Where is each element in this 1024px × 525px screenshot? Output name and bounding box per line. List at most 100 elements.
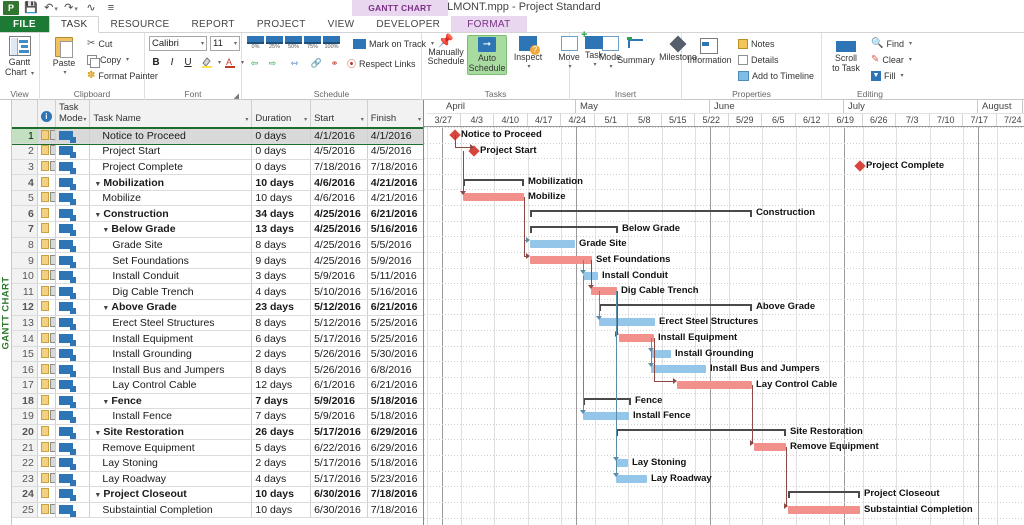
gantt-task-bar[interactable] — [677, 381, 752, 389]
task-mode-cell[interactable] — [56, 206, 90, 222]
table-row[interactable]: 19Install Fence7 days5/9/20165/18/2016 — [12, 409, 424, 425]
row-indicator-cell[interactable] — [37, 315, 55, 331]
task-finish-cell[interactable]: 4/21/2016 — [367, 190, 424, 206]
underline-button[interactable]: U — [181, 55, 195, 69]
gantt-task-bar[interactable] — [530, 240, 575, 248]
task-duration-cell[interactable]: 10 days — [252, 175, 311, 191]
notes-button[interactable]: Notes — [735, 36, 817, 51]
task-start-cell[interactable]: 5/10/2016 — [311, 284, 368, 300]
task-name-cell[interactable]: Install Fence — [90, 409, 252, 425]
task-start-cell[interactable]: 4/1/2016 — [311, 128, 368, 144]
task-duration-cell[interactable]: 12 days — [252, 378, 311, 394]
task-duration-cell[interactable]: 8 days — [252, 362, 311, 378]
task-start-cell[interactable]: 6/22/2016 — [311, 440, 368, 456]
highlight-color-icon[interactable] — [200, 55, 214, 69]
row-id-cell[interactable]: 8 — [12, 237, 37, 253]
italic-button[interactable]: I — [165, 55, 179, 69]
table-row[interactable]: 10Install Conduit3 days5/9/20165/11/2016 — [12, 268, 424, 284]
row-id-cell[interactable]: 12 — [12, 300, 37, 316]
task-finish-cell[interactable]: 6/21/2016 — [367, 206, 424, 222]
paste-dropdown-caret[interactable]: ▾ — [63, 69, 66, 79]
col-header-duration[interactable]: Duration▾ — [252, 100, 311, 128]
percent-75-button[interactable]: 75% — [304, 36, 321, 50]
task-start-cell[interactable]: 6/30/2016 — [311, 502, 368, 518]
row-id-cell[interactable]: 16 — [12, 362, 37, 378]
task-finish-cell[interactable]: 5/16/2016 — [367, 222, 424, 238]
timescale-header[interactable]: AprilMayJuneJulyAugust3/274/34/104/174/2… — [424, 100, 1024, 127]
gantt-chart-body[interactable]: Notice to ProceedProject StartProject Co… — [424, 127, 1024, 525]
task-name-cell[interactable]: Install Grounding — [90, 346, 252, 362]
row-indicator-cell[interactable] — [37, 128, 55, 144]
task-mode-cell[interactable] — [56, 440, 90, 456]
task-start-cell[interactable]: 6/1/2016 — [311, 378, 368, 394]
table-row[interactable]: 7▼Below Grade13 days4/25/20165/16/2016 — [12, 222, 424, 238]
row-indicator-cell[interactable] — [37, 487, 55, 503]
gantt-summary-bar[interactable] — [583, 398, 631, 405]
inspect-button[interactable]: Inspect ▾ — [508, 35, 548, 73]
row-id-cell[interactable]: 21 — [12, 440, 37, 456]
outdent-task-icon[interactable]: ⇦ — [247, 57, 262, 70]
row-indicator-cell[interactable] — [37, 409, 55, 425]
gantt-task-bar[interactable] — [754, 443, 786, 451]
task-start-cell[interactable]: 5/17/2016 — [311, 331, 368, 347]
task-name-cell[interactable]: ▼Below Grade — [90, 222, 252, 238]
row-id-cell[interactable]: 3 — [12, 159, 37, 175]
task-name-cell[interactable]: Lay Stoning — [90, 455, 252, 471]
task-mode-cell[interactable] — [56, 487, 90, 503]
task-mode-cell[interactable] — [56, 284, 90, 300]
font-name-input[interactable]: Calibri▾ — [149, 36, 207, 51]
fill-button[interactable]: ▼ Fill ▾ — [868, 68, 915, 83]
tab-file[interactable]: FILE — [0, 16, 49, 32]
row-indicator-cell[interactable] — [37, 378, 55, 394]
task-start-cell[interactable]: 5/12/2016 — [311, 315, 368, 331]
row-indicator-cell[interactable] — [37, 346, 55, 362]
clear-button[interactable]: ✎ Clear ▾ — [868, 52, 915, 67]
tab-resource[interactable]: RESOURCE — [99, 16, 180, 32]
task-start-cell[interactable]: 5/9/2016 — [311, 393, 368, 409]
tab-format[interactable]: FORMAT — [451, 16, 526, 32]
task-finish-cell[interactable]: 5/25/2016 — [367, 315, 424, 331]
gantt-summary-bar[interactable] — [599, 304, 752, 311]
row-indicator-cell[interactable] — [37, 393, 55, 409]
col-header-task-mode[interactable]: Task Mode ▾ — [56, 100, 90, 128]
percent-25-button[interactable]: 25% — [266, 36, 283, 50]
gantt-chart-pane[interactable]: AprilMayJuneJulyAugust3/274/34/104/174/2… — [424, 100, 1024, 525]
task-mode-cell[interactable] — [56, 315, 90, 331]
row-id-cell[interactable]: 18 — [12, 393, 37, 409]
table-row[interactable]: 25Substaintial Completion10 days6/30/201… — [12, 502, 424, 518]
task-name-cell[interactable]: ▼Project Closeout — [90, 487, 252, 503]
task-duration-cell[interactable]: 8 days — [252, 315, 311, 331]
task-mode-cell[interactable] — [56, 159, 90, 175]
task-finish-cell[interactable]: 7/18/2016 — [367, 487, 424, 503]
task-finish-cell[interactable]: 6/8/2016 — [367, 362, 424, 378]
task-duration-cell[interactable]: 10 days — [252, 487, 311, 503]
col-header-start[interactable]: Start▾ — [311, 100, 368, 128]
task-name-cell[interactable]: Install Conduit — [90, 268, 252, 284]
table-row[interactable]: 20▼Site Restoration26 days5/17/20166/29/… — [12, 424, 424, 440]
row-id-cell[interactable]: 13 — [12, 315, 37, 331]
details-button[interactable]: Details — [735, 52, 817, 67]
table-row[interactable]: 13Erect Steel Structures8 days5/12/20165… — [12, 315, 424, 331]
task-duration-cell[interactable]: 8 days — [252, 237, 311, 253]
task-name-cell[interactable]: ▼Site Restoration — [90, 424, 252, 440]
row-id-cell[interactable]: 11 — [12, 284, 37, 300]
task-duration-cell[interactable]: 2 days — [252, 346, 311, 362]
collapse-twisty-icon[interactable]: ▼ — [94, 181, 101, 188]
row-indicator-cell[interactable] — [37, 268, 55, 284]
task-table-pane[interactable]: i Task Mode ▾ Task Name▾ Duration▾ — [12, 100, 424, 525]
task-duration-cell[interactable]: 23 days — [252, 300, 311, 316]
task-start-cell[interactable]: 4/25/2016 — [311, 253, 368, 269]
task-mode-cell[interactable] — [56, 144, 90, 160]
task-start-cell[interactable]: 5/17/2016 — [311, 471, 368, 487]
font-dialog-launcher[interactable]: ◢ — [234, 92, 239, 100]
task-duration-cell[interactable]: 0 days — [252, 144, 311, 160]
task-name-cell[interactable]: Lay Control Cable — [90, 378, 252, 394]
task-finish-cell[interactable]: 5/5/2016 — [367, 237, 424, 253]
task-duration-cell[interactable]: 0 days — [252, 159, 311, 175]
tab-developer[interactable]: DEVELOPER — [365, 16, 451, 32]
manually-schedule-button[interactable]: 📌 Manually Schedule — [426, 35, 466, 68]
task-name-cell[interactable]: Grade Site — [90, 237, 252, 253]
row-id-cell[interactable]: 7 — [12, 222, 37, 238]
task-name-cell[interactable]: ▼Mobilization — [90, 175, 252, 191]
task-name-cell[interactable]: Install Equipment — [90, 331, 252, 347]
